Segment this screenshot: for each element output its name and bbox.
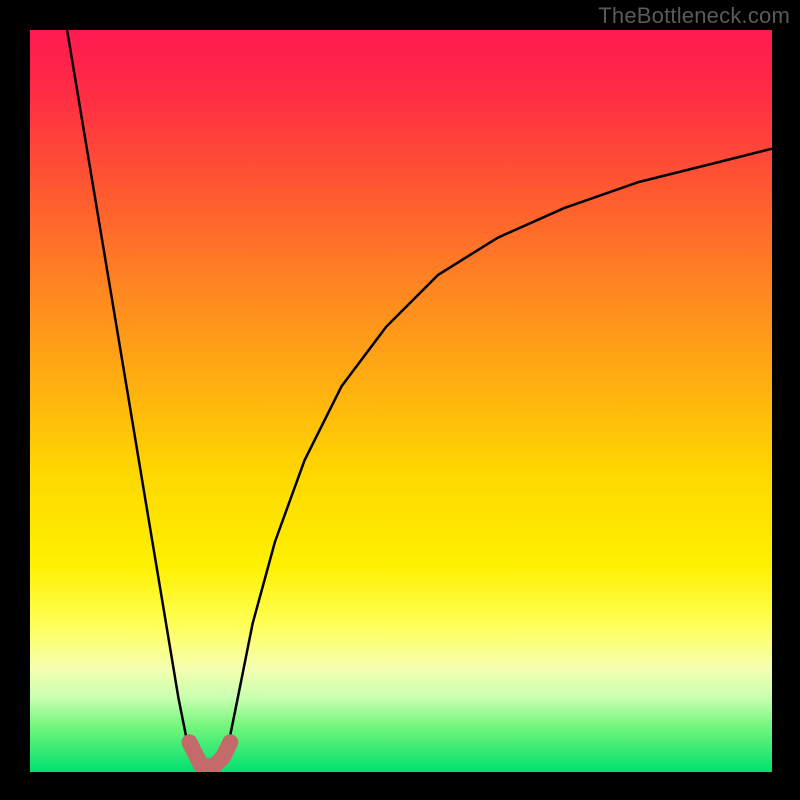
- chart-frame: TheBottleneck.com: [0, 0, 800, 800]
- watermark-text: TheBottleneck.com: [598, 3, 790, 29]
- plot-area: [30, 30, 772, 772]
- curve-layer: [30, 30, 772, 772]
- bottleneck-curve: [67, 30, 772, 766]
- bottleneck-min-marker: [190, 742, 231, 766]
